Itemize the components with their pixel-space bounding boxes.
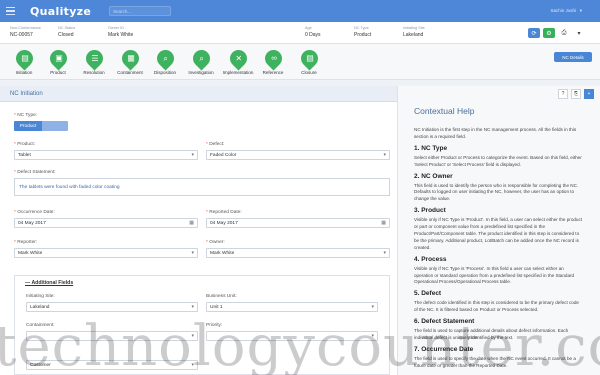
- search-icon: ⌕: [152, 46, 178, 71]
- help-text: The field is used to specify the date wh…: [414, 355, 576, 368]
- help-heading: 7. Occurrence Date: [414, 345, 474, 353]
- panel-title: NC Initiation: [0, 86, 397, 102]
- chevron-down-icon: ▾: [191, 362, 194, 368]
- container-icon: ▦: [117, 46, 143, 71]
- expand-icon[interactable]: +: [584, 89, 594, 99]
- help-intro: NC Initiation is the first step in the N…: [414, 127, 577, 139]
- chevron-down-icon: ▾: [191, 250, 194, 256]
- defect-select[interactable]: Faded Color ▾: [206, 150, 390, 160]
- reported-date-field[interactable]: 04 May 2017 ▦: [206, 218, 390, 228]
- search-input[interactable]: Search...: [109, 6, 172, 16]
- box-icon: ▣: [45, 46, 71, 71]
- defect-label: * Defect:: [206, 142, 225, 147]
- business-unit-select[interactable]: Unit 1 ▾: [206, 302, 378, 312]
- step-closure[interactable]: ▤ Closure: [289, 46, 329, 75]
- step-product[interactable]: ▣ Product: [38, 46, 78, 75]
- initiating-site-select[interactable]: Lakeland ▾: [26, 302, 198, 312]
- chevron-down-icon: ▾: [191, 152, 194, 158]
- product-label: * Product:: [14, 142, 36, 147]
- print-button[interactable]: ⎙: [558, 28, 570, 38]
- containment-label: Containment:: [26, 323, 55, 328]
- app-logo[interactable]: Qualityze: [30, 5, 91, 18]
- help-content: Contextual Help NC Initiation is the fir…: [414, 106, 584, 375]
- step-reference[interactable]: ∞ Reference: [253, 46, 293, 75]
- attachment-icon[interactable]: ⎘: [571, 89, 581, 99]
- step-disposition[interactable]: ⌕ Disposition: [145, 46, 185, 75]
- chevron-down-icon: ▾: [371, 333, 374, 339]
- initiating-site-label: Initiating Site:: [26, 294, 55, 299]
- menu-icon[interactable]: [0, 0, 15, 22]
- help-text: The defect code identified in this step …: [414, 300, 579, 313]
- info-nc-type: NC Type Product: [354, 26, 372, 38]
- business-unit-label: Business Unit:: [206, 294, 237, 299]
- link-icon: ∞: [260, 46, 286, 71]
- info-initiating-site: Initiating Site Lakeland: [403, 26, 425, 38]
- chevron-down-icon: ▾: [383, 152, 386, 158]
- defect-statement-label: * Defect Statement:: [14, 170, 56, 175]
- nc-type-label: * NC Type:: [14, 113, 38, 118]
- calendar-icon: ▦: [189, 220, 194, 226]
- owner-select[interactable]: Mark White ▾: [206, 248, 390, 258]
- nc-type-toggle[interactable]: Product: [14, 121, 68, 131]
- help-toolbar: ? ⎘ +: [558, 89, 594, 99]
- chevron-down-icon: ▾: [383, 250, 386, 256]
- help-heading: 3. Product: [414, 207, 446, 215]
- contextual-help-panel: ? ⎘ + Contextual Help NC Initiation is t…: [398, 86, 600, 375]
- nc-details-button[interactable]: NC Details: [554, 52, 592, 62]
- reporter-label: * Reporter:: [14, 240, 38, 245]
- record-info-bar: Non-Conformance NC-00057 NC Status Close…: [0, 22, 600, 44]
- priority-select[interactable]: ▾: [206, 331, 378, 341]
- help-text: Visible only if NC Type is 'Process'. In…: [414, 265, 575, 285]
- help-heading: 2. NC Owner: [414, 172, 453, 180]
- step-containment[interactable]: ▦ Containment: [110, 46, 150, 75]
- occurrence-date-label: * Occurrence Date:: [14, 210, 55, 215]
- document-icon: ▤: [296, 46, 322, 71]
- help-text: Select either Product or Process to cate…: [414, 154, 582, 167]
- step-implementation[interactable]: ✕ Implementation: [218, 46, 258, 75]
- nc-type-product-option[interactable]: Product: [14, 121, 42, 131]
- info-nc-number: Non-Conformance NC-00057: [10, 26, 42, 38]
- step-resolution[interactable]: ☰ Resolution: [74, 46, 114, 75]
- help-text: The field is used to capture additional …: [414, 328, 569, 341]
- list-icon: ☰: [81, 46, 107, 71]
- step-investigation[interactable]: ⌕ Investigation: [181, 46, 221, 75]
- search-icon: ⌕: [188, 46, 214, 71]
- chevron-down-icon[interactable]: ▾: [580, 8, 582, 14]
- info-owner: Owner ID Mark White: [108, 26, 134, 38]
- tools-icon: ✕: [225, 46, 251, 71]
- product-select[interactable]: Tablet ▾: [14, 150, 198, 160]
- customer-select[interactable]: Customer ▾: [26, 360, 198, 370]
- help-heading: 4. Process: [414, 255, 447, 263]
- help-heading: 1. NC Type: [414, 144, 448, 152]
- settings-button[interactable]: ⚙: [543, 28, 555, 38]
- help-title: Contextual Help: [414, 106, 475, 116]
- calendar-icon: ▦: [381, 220, 386, 226]
- owner-label: * Owner:: [206, 240, 225, 245]
- additional-fields-title[interactable]: — Additional Fields: [25, 280, 73, 286]
- containment-select[interactable]: ▾: [26, 331, 198, 341]
- priority-label: Priority:: [206, 323, 223, 328]
- more-options-icon[interactable]: ▾: [573, 28, 585, 38]
- help-text: This field is used to identify the perso…: [414, 182, 579, 202]
- workflow-steps: ▤ Initiation ▣ Product ☰ Resolution ▦ Co…: [0, 44, 600, 80]
- chevron-down-icon: ▾: [191, 333, 194, 339]
- info-nc-status: NC Status Closed: [58, 26, 76, 38]
- user-menu[interactable]: Sachin Joshi: [550, 8, 576, 13]
- help-heading: 5. Defect: [414, 290, 442, 298]
- help-text: Visible only if NC Type is 'Product'. In…: [414, 217, 583, 250]
- top-navbar: Qualityze Search... Sachin Joshi ▾: [0, 0, 600, 22]
- info-age: Age 0 Days: [305, 26, 321, 38]
- nc-type-process-option[interactable]: [42, 121, 68, 131]
- reporter-select[interactable]: Mark White ▾: [14, 248, 198, 258]
- help-heading: 6. Defect Statement: [414, 318, 475, 326]
- refresh-button[interactable]: ⟳: [528, 28, 540, 38]
- occurrence-date-field[interactable]: 04 May 2017 ▦: [14, 218, 198, 228]
- defect-statement-field[interactable]: The tablets were found with faded color …: [14, 178, 390, 196]
- reported-date-label: * Reported Date:: [206, 210, 242, 215]
- help-icon[interactable]: ?: [558, 89, 568, 99]
- chevron-down-icon: ▾: [191, 304, 194, 310]
- file-icon: ▤: [11, 46, 37, 71]
- chevron-down-icon: ▾: [371, 304, 374, 310]
